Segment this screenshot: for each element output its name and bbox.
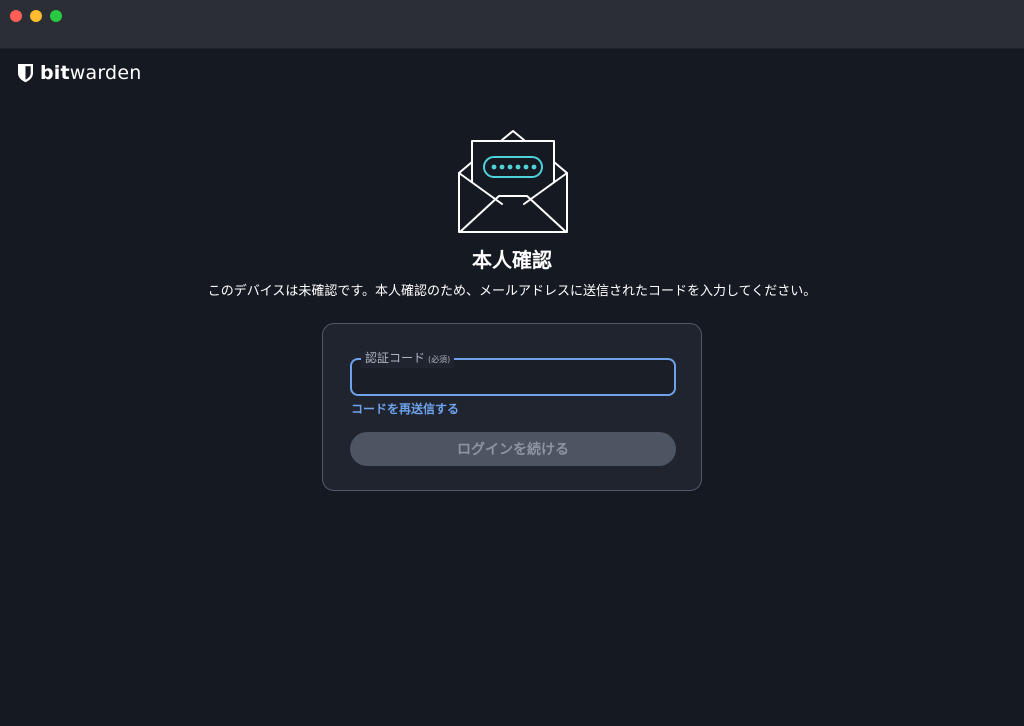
envelope-with-code-icon <box>456 128 570 236</box>
bitwarden-shield-icon <box>17 63 34 83</box>
continue-login-button[interactable]: ログインを続ける <box>350 432 676 466</box>
verification-code-input[interactable] <box>362 366 666 390</box>
page-description: このデバイスは未確認です。本人確認のため、メールアドレスに送信されたコードを入力… <box>207 284 817 299</box>
brand-name-regular: warden <box>69 62 142 84</box>
brand-name: bitwarden <box>40 61 141 85</box>
window-close-button[interactable] <box>10 10 22 22</box>
page-title: 本人確認 <box>472 248 552 272</box>
brand-name-bold: bit <box>40 62 70 84</box>
window-titlebar <box>0 0 1024 49</box>
window-minimize-button[interactable] <box>30 10 42 22</box>
bitwarden-logo: bitwarden <box>17 61 141 85</box>
window-maximize-button[interactable] <box>50 10 62 22</box>
verification-code-field[interactable]: 認証コード (必須) <box>350 350 676 396</box>
resend-code-link[interactable]: コードを再送信する <box>351 401 459 417</box>
verification-code-label-text: 認証コード <box>365 351 426 365</box>
verification-card: 認証コード (必須) コードを再送信する ログインを続ける <box>322 323 702 491</box>
required-indicator: (必須) <box>428 355 451 364</box>
